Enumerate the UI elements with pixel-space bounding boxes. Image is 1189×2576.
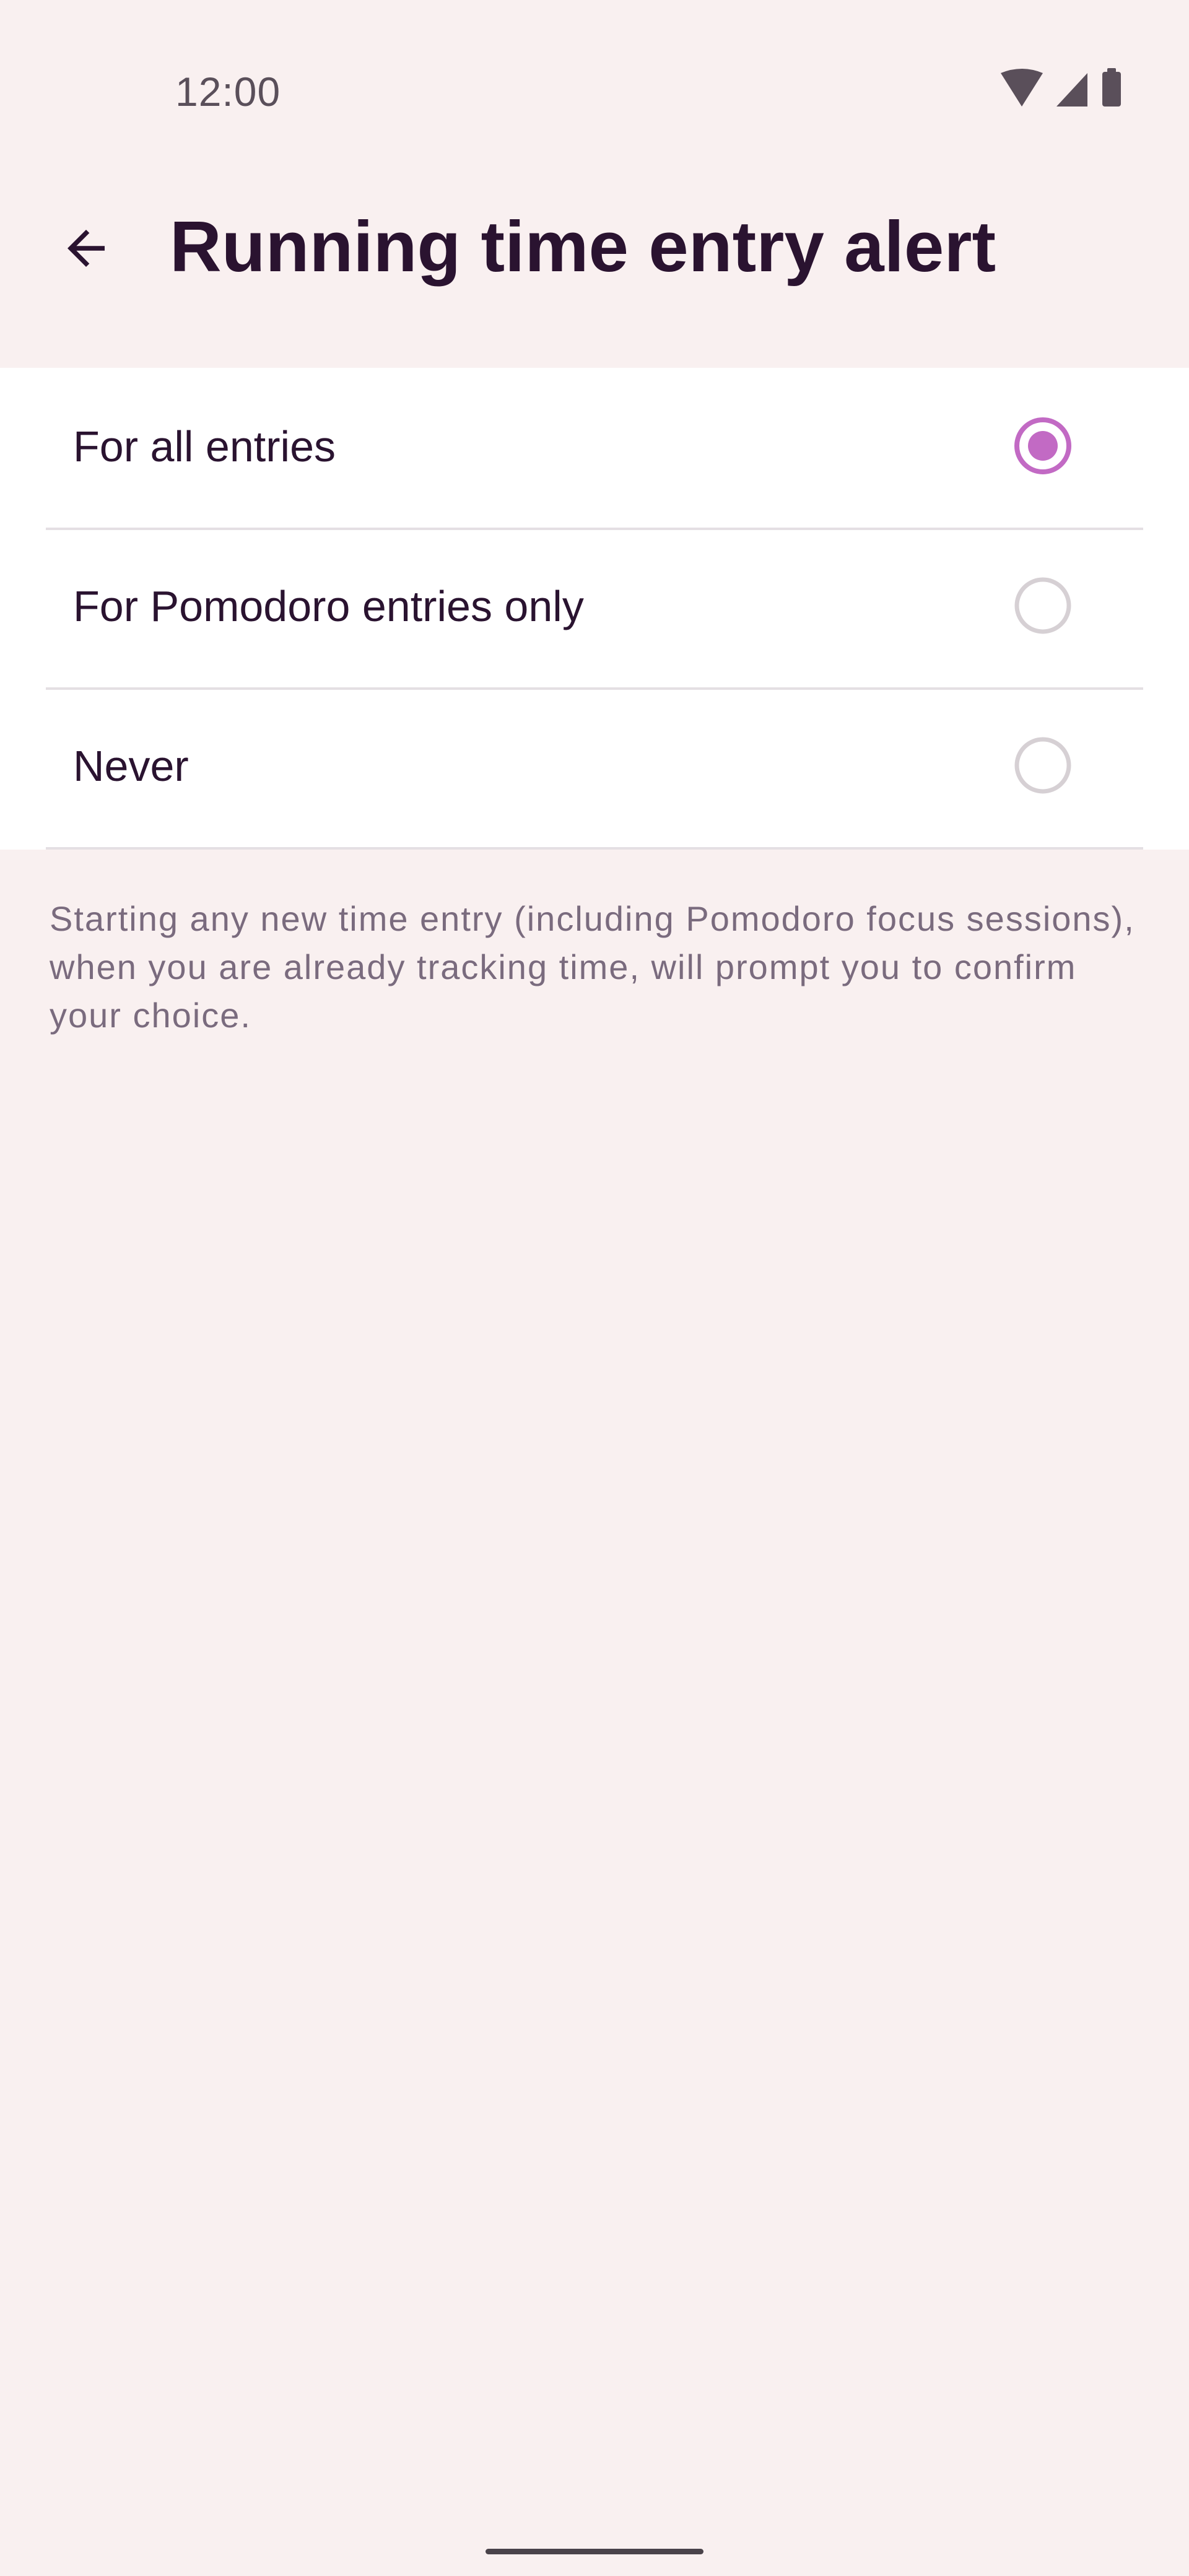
option-never[interactable]: Never — [46, 687, 1143, 850]
gesture-navigation-handle[interactable] — [486, 2549, 703, 2554]
arrow-left-icon — [68, 230, 105, 267]
status-icons-svg — [1001, 68, 1121, 107]
helper-text: Starting any new time entry (including P… — [50, 899, 1135, 1035]
option-label: For all entries — [73, 422, 336, 471]
status-bar: 12:00 — [0, 0, 1189, 136]
option-label: Never — [73, 742, 189, 790]
page-title: Running time entry alert — [170, 206, 996, 287]
options-list: For all entries For Pomodoro entries onl… — [0, 368, 1189, 850]
wifi-icon — [1001, 69, 1043, 107]
cellular-signal-icon — [1056, 73, 1087, 107]
radio-unselected-icon[interactable] — [1013, 576, 1073, 635]
status-icons — [996, 68, 1138, 111]
option-for-all-entries[interactable]: For all entries — [46, 368, 1143, 530]
battery-icon — [1102, 68, 1121, 107]
status-time: 12:00 — [175, 69, 281, 115]
radio-unselected-icon[interactable] — [1013, 736, 1073, 795]
option-label: For Pomodoro entries only — [73, 582, 584, 630]
back-button[interactable] — [40, 202, 133, 295]
radio-selected-icon[interactable] — [1013, 416, 1073, 476]
top-app-bar: Running time entry alert — [0, 149, 1189, 367]
option-pomodoro-only[interactable]: For Pomodoro entries only — [46, 528, 1143, 690]
